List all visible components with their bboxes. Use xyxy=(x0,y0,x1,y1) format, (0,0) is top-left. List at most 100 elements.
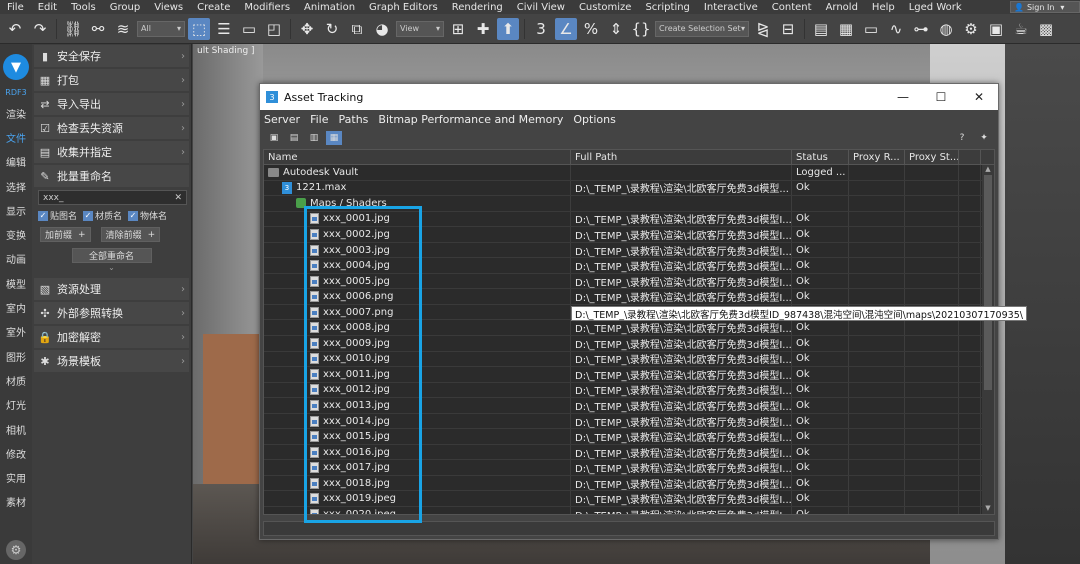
schematic-view-icon[interactable]: ⊶ xyxy=(910,18,932,40)
percent-snap-icon[interactable]: % xyxy=(580,18,602,40)
ribbon-toggle-icon[interactable]: ▭ xyxy=(860,18,882,40)
menu-item-rendering[interactable]: Rendering xyxy=(445,2,510,13)
menu-item-customize[interactable]: Customize xyxy=(572,2,639,13)
checkbox-texture-name[interactable]: ✓ 贴图名 xyxy=(38,209,77,222)
angle-snap-icon[interactable]: ∠ xyxy=(555,17,577,40)
unlink-icon[interactable]: ⚯ xyxy=(87,18,109,40)
maximize-icon[interactable]: ☐ xyxy=(922,90,960,104)
clear-prefix-button[interactable]: 清除前缀 + xyxy=(100,227,161,242)
tab-13[interactable]: 相机 xyxy=(6,417,26,441)
scale-icon[interactable]: ⧉ xyxy=(346,18,368,40)
menu-item-create[interactable]: Create xyxy=(190,2,237,13)
menu-item-animation[interactable]: Animation xyxy=(297,2,362,13)
select-object-icon[interactable]: ⬚ xyxy=(188,17,210,40)
chevron-down-icon[interactable]: ⌄ xyxy=(32,263,191,277)
undo-icon[interactable]: ↶ xyxy=(4,18,26,40)
snaps-toggle-icon[interactable]: 3 xyxy=(530,18,552,40)
dialog-menu-paths[interactable]: Paths xyxy=(339,113,369,126)
mirror-icon[interactable]: ⧎ xyxy=(752,18,774,40)
selection-filter-dropdown[interactable]: All ▾ xyxy=(137,20,185,37)
panel-section-sections_bottom-0[interactable]: ▧ 资源处理 › xyxy=(34,278,189,300)
place-icon[interactable]: ◕ xyxy=(371,18,393,40)
menu-item-help[interactable]: Help xyxy=(865,2,902,13)
tab-10[interactable]: 图形 xyxy=(6,344,26,368)
menu-item-tools[interactable]: Tools xyxy=(64,2,103,13)
table-row[interactable]: 3 1221.max D:\_TEMP_\录教程\渲染\北欧客厅免费3d模型... O… xyxy=(264,180,994,197)
menu-item-edit[interactable]: Edit xyxy=(31,2,64,13)
menu-item-graph-editors[interactable]: Graph Editors xyxy=(362,2,445,13)
viewport-shading-label[interactable]: ult Shading ] xyxy=(197,46,255,56)
rectangle-selection-icon[interactable]: ▭ xyxy=(238,18,260,40)
menu-item-civil-view[interactable]: Civil View xyxy=(510,2,572,13)
link-icon[interactable]: ⛓ xyxy=(62,18,84,40)
menu-item-scripting[interactable]: Scripting xyxy=(638,2,696,13)
select-by-name-icon[interactable]: ☰ xyxy=(213,18,235,40)
panel-section-sections_bottom-1[interactable]: ✣ 外部参照转换 › xyxy=(34,302,189,324)
checkbox-material-name[interactable]: ✓ 材质名 xyxy=(83,209,122,222)
layer-manager-icon[interactable]: ▦ xyxy=(835,18,857,40)
help-icon[interactable]: ? xyxy=(954,131,970,145)
dialog-title-bar[interactable]: 3 Asset Tracking — ☐ ✕ xyxy=(260,84,998,110)
redo-icon[interactable]: ↷ xyxy=(29,18,51,40)
panel-section-sections_top-2[interactable]: ⇄ 导入导出 › xyxy=(34,93,189,115)
menu-item-views[interactable]: Views xyxy=(147,2,190,13)
scroll-up-icon[interactable]: ▲ xyxy=(982,165,994,175)
panel-section-sections_top-3[interactable]: ☑ 检查丢失资源 › xyxy=(34,117,189,139)
tab-8[interactable]: 室内 xyxy=(6,295,26,319)
tab-2[interactable]: 编辑 xyxy=(6,150,26,174)
tab-9[interactable]: 室外 xyxy=(6,320,26,344)
render-iterative-icon[interactable]: ▩ xyxy=(1035,18,1057,40)
tab-16[interactable]: 素材 xyxy=(6,490,26,514)
edit-named-selection-icon[interactable]: {} xyxy=(630,18,652,40)
spinner-snap-icon[interactable]: ⇕ xyxy=(605,18,627,40)
tab-6[interactable]: 动画 xyxy=(6,247,26,271)
move-icon[interactable]: ✥ xyxy=(296,18,318,40)
rename-search-input[interactable]: xxx_ ✕ xyxy=(38,190,187,205)
tab-7[interactable]: 模型 xyxy=(6,271,26,295)
reference-coordinate-dropdown[interactable]: View ▾ xyxy=(396,20,444,37)
menu-item-group[interactable]: Group xyxy=(103,2,147,13)
named-selection-set-dropdown[interactable]: Create Selection Set ▾ xyxy=(655,20,749,37)
material-editor-icon[interactable]: ◍ xyxy=(935,18,957,40)
menu-item-arnold[interactable]: Arnold xyxy=(819,2,865,13)
grid-view-icon[interactable]: ▦ xyxy=(326,131,342,145)
minimize-icon[interactable]: — xyxy=(884,90,922,104)
tab-4[interactable]: 显示 xyxy=(6,198,26,222)
tab-14[interactable]: 修改 xyxy=(6,441,26,465)
bind-spacewarp-icon[interactable]: ≋ xyxy=(112,18,134,40)
scroll-thumb[interactable] xyxy=(984,175,992,390)
rdf-logo-icon[interactable]: ▼ xyxy=(3,54,29,80)
column-header-name[interactable]: Name xyxy=(264,150,571,164)
tab-0[interactable]: 渲染 xyxy=(6,101,26,125)
panel-section-sections_bottom-3[interactable]: ✱ 场景模板 › xyxy=(34,350,189,372)
keyboard-shortcut-override-icon[interactable]: ⬆ xyxy=(497,17,519,40)
rename-all-button[interactable]: 全部重命名 xyxy=(71,248,152,263)
menu-item-lged-work[interactable]: Lged Work xyxy=(902,2,969,13)
batch-rename-header[interactable]: ✎ 批量重命名 xyxy=(34,165,189,187)
panel-section-sections_top-1[interactable]: ▦ 打包 › xyxy=(34,69,189,91)
select-manipulate-icon[interactable]: ✚ xyxy=(472,18,494,40)
tab-12[interactable]: 灯光 xyxy=(6,393,26,417)
tab-1[interactable]: 文件 xyxy=(6,125,26,149)
render-production-icon[interactable]: ☕ xyxy=(1010,18,1032,40)
rotate-icon[interactable]: ↻ xyxy=(321,18,343,40)
list-icon[interactable]: ▤ xyxy=(286,131,302,145)
add-prefix-button[interactable]: 加前缀 + xyxy=(40,227,91,242)
menu-item-content[interactable]: Content xyxy=(765,2,819,13)
panel-section-sections_bottom-2[interactable]: 🔒 加密解密 › xyxy=(34,326,189,348)
tab-15[interactable]: 实用 xyxy=(6,465,26,489)
menu-item-modifiers[interactable]: Modifiers xyxy=(237,2,297,13)
tab-5[interactable]: 变换 xyxy=(6,222,26,246)
panel-section-sections_top-0[interactable]: ▮ 安全保存 › xyxy=(34,45,189,67)
close-icon[interactable]: ✕ xyxy=(960,90,998,104)
column-header-proxy-status[interactable]: Proxy St... xyxy=(905,150,959,164)
clear-icon[interactable]: ✕ xyxy=(174,193,182,203)
dialog-menu-options[interactable]: Options xyxy=(573,113,615,126)
pin-icon[interactable]: ✦ xyxy=(976,131,992,145)
curve-editor-icon[interactable]: ∿ xyxy=(885,18,907,40)
table-icon[interactable]: ▥ xyxy=(306,131,322,145)
layer-explorer-icon[interactable]: ▤ xyxy=(810,18,832,40)
rendered-frame-window-icon[interactable]: ▣ xyxy=(985,18,1007,40)
dialog-menu-file[interactable]: File xyxy=(310,113,328,126)
column-header-proxy-resolution[interactable]: Proxy R... xyxy=(849,150,905,164)
